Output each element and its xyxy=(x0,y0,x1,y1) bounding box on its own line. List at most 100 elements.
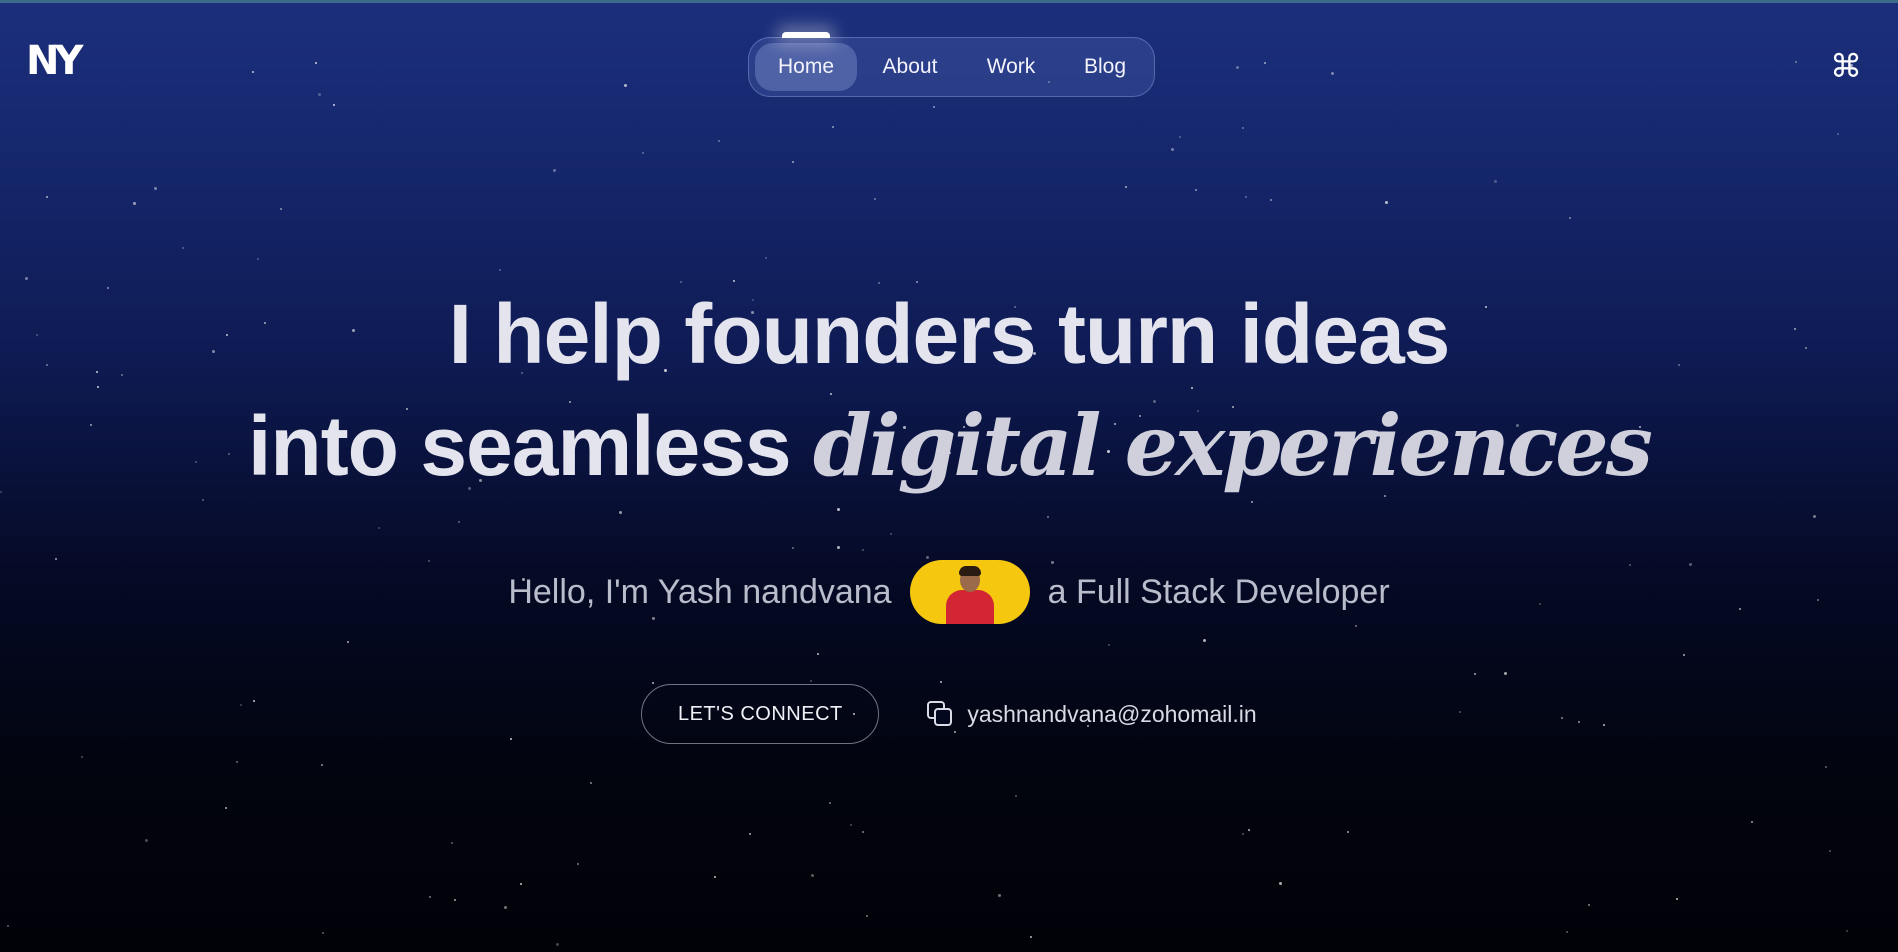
star xyxy=(322,932,324,934)
star xyxy=(225,807,227,809)
star xyxy=(321,764,323,766)
star xyxy=(1242,833,1244,835)
star xyxy=(1245,196,1247,198)
star xyxy=(1813,515,1816,518)
star xyxy=(1676,898,1678,900)
star xyxy=(940,681,942,683)
star xyxy=(347,641,349,643)
star xyxy=(810,680,812,682)
intro-line: Hello, I'm Yash nandvana a Full Stack De… xyxy=(0,558,1898,626)
star xyxy=(182,247,184,249)
star xyxy=(333,104,335,106)
star xyxy=(504,906,507,909)
star xyxy=(454,899,456,901)
star xyxy=(837,546,840,549)
headline-line-2-plain: into seamless xyxy=(248,399,792,493)
star xyxy=(1795,61,1797,63)
star xyxy=(1236,66,1239,69)
star xyxy=(1474,673,1476,675)
star xyxy=(890,533,892,535)
star xyxy=(1331,72,1334,75)
star xyxy=(811,874,814,877)
star xyxy=(451,842,453,844)
star xyxy=(874,198,876,200)
star xyxy=(862,549,864,551)
star xyxy=(624,84,627,87)
star xyxy=(642,152,644,154)
main-nav: Home About Work Blog xyxy=(748,32,1155,97)
star xyxy=(829,802,831,804)
star xyxy=(1751,821,1753,823)
intro-role-text: a Full Stack Developer xyxy=(1047,572,1390,611)
star xyxy=(1264,62,1266,64)
star xyxy=(850,824,852,826)
star xyxy=(46,196,48,198)
star xyxy=(553,169,556,172)
star xyxy=(1171,148,1174,151)
copy-icon xyxy=(925,699,955,729)
star xyxy=(499,269,501,271)
star xyxy=(236,761,238,763)
star xyxy=(315,62,317,64)
star xyxy=(1588,904,1590,906)
nav-item-blog[interactable]: Blog xyxy=(1059,43,1151,91)
star xyxy=(1569,217,1571,219)
hero-actions: LET'S CONNECT yashnandvana@zohomail.in xyxy=(0,684,1898,744)
star xyxy=(862,831,864,833)
star xyxy=(792,547,794,549)
star xyxy=(718,140,720,142)
star xyxy=(378,527,380,529)
star xyxy=(1270,199,1272,201)
star xyxy=(318,93,321,96)
star xyxy=(429,896,431,898)
star xyxy=(1108,644,1110,646)
nav-item-home[interactable]: Home xyxy=(755,43,857,91)
nav-item-about[interactable]: About xyxy=(857,43,963,91)
window-top-edge xyxy=(0,0,1898,3)
star xyxy=(933,106,935,108)
star xyxy=(1195,189,1197,191)
star xyxy=(257,258,259,260)
copy-email-button[interactable]: yashnandvana@zohomail.in xyxy=(925,699,1257,729)
star xyxy=(280,208,282,210)
star xyxy=(1203,639,1206,642)
star xyxy=(837,508,840,511)
star xyxy=(1047,516,1049,518)
star xyxy=(590,782,592,784)
avatar xyxy=(909,560,1030,624)
star xyxy=(1279,882,1282,885)
site-logo[interactable]: NY xyxy=(26,38,83,84)
hero-headline: I help founders turn ideas into seamless… xyxy=(0,278,1898,502)
star xyxy=(1683,654,1685,656)
star xyxy=(1837,133,1839,135)
command-key-icon[interactable]: ⌘ xyxy=(1826,46,1866,86)
star xyxy=(556,943,559,946)
star xyxy=(749,833,751,835)
star xyxy=(81,756,83,758)
star xyxy=(520,883,522,885)
star xyxy=(817,653,819,655)
star xyxy=(1566,931,1568,933)
star xyxy=(714,876,716,878)
avatar-shirt xyxy=(945,590,994,624)
star xyxy=(1385,201,1388,204)
star xyxy=(1015,795,1017,797)
star xyxy=(458,521,460,523)
star xyxy=(1030,936,1032,938)
star xyxy=(619,511,622,514)
star xyxy=(252,71,254,73)
star xyxy=(765,257,767,259)
active-tab-indicator xyxy=(782,32,830,38)
email-address: yashnandvana@zohomail.in xyxy=(967,700,1257,727)
nav-item-work[interactable]: Work xyxy=(963,43,1059,91)
star xyxy=(577,863,579,865)
star xyxy=(998,894,1001,897)
star xyxy=(1179,136,1181,138)
star xyxy=(1242,127,1244,129)
headline-accent: digital experiences xyxy=(813,396,1653,495)
star xyxy=(866,915,868,917)
star xyxy=(133,202,136,205)
lets-connect-button[interactable]: LET'S CONNECT xyxy=(641,684,880,744)
star xyxy=(792,161,794,163)
star xyxy=(7,925,9,927)
